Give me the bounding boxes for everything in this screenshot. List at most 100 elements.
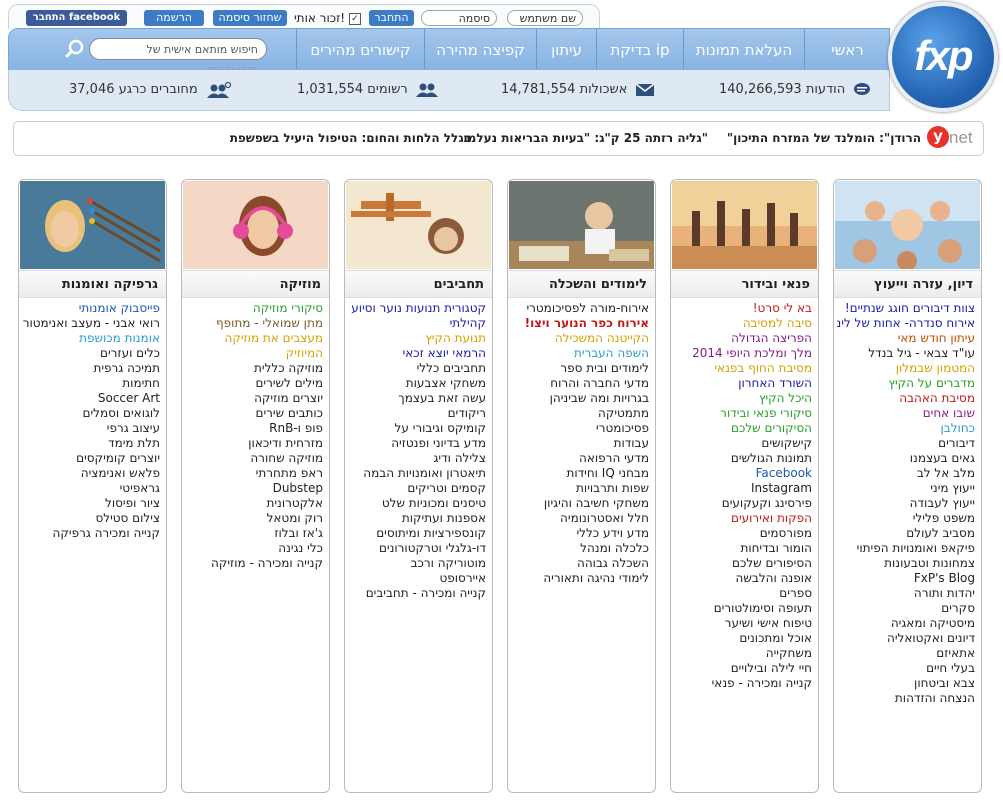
forum-link[interactable]: צבא וביטחון: [837, 676, 975, 691]
forum-link[interactable]: חיי לילה ובילויים: [674, 661, 812, 676]
forum-link[interactable]: קנייה ומכירה - תחביבים: [348, 586, 486, 601]
nav-upload-images[interactable]: העלאת תמונות: [683, 29, 804, 71]
forum-link[interactable]: מדעי הרפואה: [511, 451, 649, 466]
forum-link[interactable]: קנייה ומכירה גרפיקה: [22, 526, 160, 541]
forum-link[interactable]: מבחני IQ וחידות: [511, 466, 649, 481]
category-image-music[interactable]: [183, 181, 328, 269]
forum-link[interactable]: רוק ומטאל: [185, 511, 323, 526]
category-title[interactable]: פנאי ובידור: [671, 270, 818, 298]
forum-link[interactable]: דיבורים: [837, 436, 975, 451]
forum-link[interactable]: אוכל ומתכונים: [674, 631, 812, 646]
forum-link[interactable]: מסיבת החוף בפנאי: [674, 361, 812, 376]
forum-link[interactable]: מתמטיקה: [511, 406, 649, 421]
nav-quick-links[interactable]: קישורים מהירים: [296, 29, 424, 71]
forum-link[interactable]: אלקטרונית: [185, 496, 323, 511]
fxp-logo[interactable]: fxp: [888, 2, 998, 112]
forum-link[interactable]: סיבה למסיבה: [674, 316, 812, 331]
forum-link[interactable]: צמחונות וטבעונות: [837, 556, 975, 571]
forum-link[interactable]: מוזיקה שחורה: [185, 451, 323, 466]
forum-link[interactable]: הסיפורים שלכם: [674, 556, 812, 571]
forum-link[interactable]: לוגואים וסמלים: [22, 406, 160, 421]
forum-link[interactable]: רואי אבני - מעצב ואנימטור: [22, 316, 160, 331]
nav-quick-jump[interactable]: קפיצה מהירה: [424, 29, 536, 71]
forum-link[interactable]: כלים ועזרים: [22, 346, 160, 361]
forum-link[interactable]: תיאטרון ואומנויות הבמה: [348, 466, 486, 481]
forum-link[interactable]: אירוח כפר הנוער ויצו!: [511, 316, 649, 331]
forum-link[interactable]: עיצוב גרפי: [22, 421, 160, 436]
forum-link[interactable]: פסיכומטרי: [511, 421, 649, 436]
forum-link[interactable]: תמונות הגולשים: [674, 451, 812, 466]
forum-link[interactable]: גאים בעצמנו: [837, 451, 975, 466]
forum-link[interactable]: ציור ופיסול: [22, 496, 160, 511]
forum-link[interactable]: צוות דיבורים חוגג שנתיים!: [837, 301, 975, 316]
forum-link[interactable]: אופנה והלבשה: [674, 571, 812, 586]
forum-link[interactable]: טיסנים ומכוניות שלט: [348, 496, 486, 511]
category-image-leisure[interactable]: [672, 181, 817, 269]
forum-link[interactable]: השורד האחרון: [674, 376, 812, 391]
forum-link[interactable]: הרמאי יוצא זכאי: [348, 346, 486, 361]
forum-link[interactable]: אתאיזם: [837, 646, 975, 661]
forum-link[interactable]: המטמון שבמלון: [837, 361, 975, 376]
forum-link[interactable]: כלי נגינה: [185, 541, 323, 556]
forum-link[interactable]: סקרים: [837, 601, 975, 616]
news-item[interactable]: גליה רזתה 25 ק"ג: "בעיות הבריאות נעלמו": [464, 122, 708, 155]
forum-link[interactable]: מזרחית ודיכאון: [185, 436, 323, 451]
forum-link[interactable]: ראפ מתחרתי: [185, 466, 323, 481]
search-icon[interactable]: [65, 39, 85, 59]
forum-link[interactable]: קונספירציות ומיתוסים: [348, 526, 486, 541]
forum-link[interactable]: יוצרים קומיקסים: [22, 451, 160, 466]
forum-link[interactable]: עו"ד צבאי - גיל בנדל: [837, 346, 975, 361]
forum-link[interactable]: תמיכה גרפית: [22, 361, 160, 376]
forum-link[interactable]: Soccer Art: [22, 391, 160, 406]
forum-link[interactable]: טיפוח אישי ושיער: [674, 616, 812, 631]
forum-link[interactable]: השכלה גבוהה: [511, 556, 649, 571]
category-title[interactable]: דיון, עזרה וייעוץ: [834, 270, 981, 298]
forum-link[interactable]: הנצחה והזדהות: [837, 691, 975, 706]
category-title[interactable]: גרפיקה ואומנות: [19, 270, 166, 298]
forum-link[interactable]: בגרויות ומה שביניהן: [511, 391, 649, 406]
forum-link[interactable]: יוצרים מוזיקה: [185, 391, 323, 406]
forum-link[interactable]: כותבים שירים: [185, 406, 323, 421]
forum-link[interactable]: צילום סטילס: [22, 511, 160, 526]
forum-link[interactable]: תלת מימד: [22, 436, 160, 451]
forum-link[interactable]: עשה זאת בעצמך: [348, 391, 486, 406]
password-field[interactable]: סיסמה: [421, 10, 497, 26]
forum-link[interactable]: כלכלה ומנהל: [511, 541, 649, 556]
forum-link[interactable]: מסיבת האהבה: [837, 391, 975, 406]
forum-link[interactable]: קישקושים: [674, 436, 812, 451]
forum-link[interactable]: עבודות: [511, 436, 649, 451]
forum-link[interactable]: השפה העברית: [511, 346, 649, 361]
category-title[interactable]: לימודים והשכלה: [508, 270, 655, 298]
forum-link[interactable]: Instagram: [674, 481, 812, 496]
forum-link[interactable]: הומור ובדיחות: [674, 541, 812, 556]
forum-link[interactable]: תנועת הקיץ: [348, 331, 486, 346]
forum-link[interactable]: מסביב לעולם: [837, 526, 975, 541]
forum-link[interactable]: מפורסמים: [674, 526, 812, 541]
search-input[interactable]: חיפוש מותאם אישית של Google™: [89, 38, 267, 78]
facebook-login-button[interactable]: התחבר facebook: [26, 10, 127, 26]
forum-link[interactable]: מעצבים את מוזיקה: [185, 331, 323, 346]
news-item[interactable]: "הרודן": הומלנד של המזרח התיכון: [727, 122, 921, 155]
forum-link[interactable]: חלל ואסטרונומיה: [511, 511, 649, 526]
forum-link[interactable]: ייעוץ מיני: [837, 481, 975, 496]
forum-link[interactable]: איירסופט: [348, 571, 487, 586]
forum-link[interactable]: משפט פלילי: [837, 511, 975, 526]
remember-me[interactable]: זכור אותי! ✓: [294, 10, 361, 26]
forum-link[interactable]: מדע וידע כללי: [511, 526, 649, 541]
forum-link[interactable]: צלילה ודיג: [348, 451, 486, 466]
forum-link[interactable]: מוטוריקה ורכב: [348, 556, 486, 571]
forum-link[interactable]: היכל הקיץ: [674, 391, 812, 406]
forum-link[interactable]: פיקאפ ואומנויות הפיתוי: [837, 541, 975, 556]
nav-ip-check[interactable]: בדיקת ip: [596, 29, 683, 71]
forum-link[interactable]: אספנות ועתיקות: [348, 511, 486, 526]
forum-link[interactable]: ריקודים: [348, 406, 486, 421]
recover-password-button[interactable]: שחזור סיסמה: [213, 10, 287, 26]
forum-link[interactable]: הקייטנה המשכילה: [511, 331, 649, 346]
forum-link[interactable]: פופ ו-RnB: [185, 421, 323, 436]
remember-me-checkbox[interactable]: ✓: [348, 12, 361, 25]
forum-link[interactable]: מלך ומלכת היופי 2014: [674, 346, 812, 361]
forum-link[interactable]: מדברים על הקיץ: [837, 376, 975, 391]
forum-link[interactable]: לימודים ובית ספר: [511, 361, 649, 376]
forum-link[interactable]: קומיקס וגיבורי על: [348, 421, 486, 436]
register-button[interactable]: הרשמה: [144, 10, 204, 26]
